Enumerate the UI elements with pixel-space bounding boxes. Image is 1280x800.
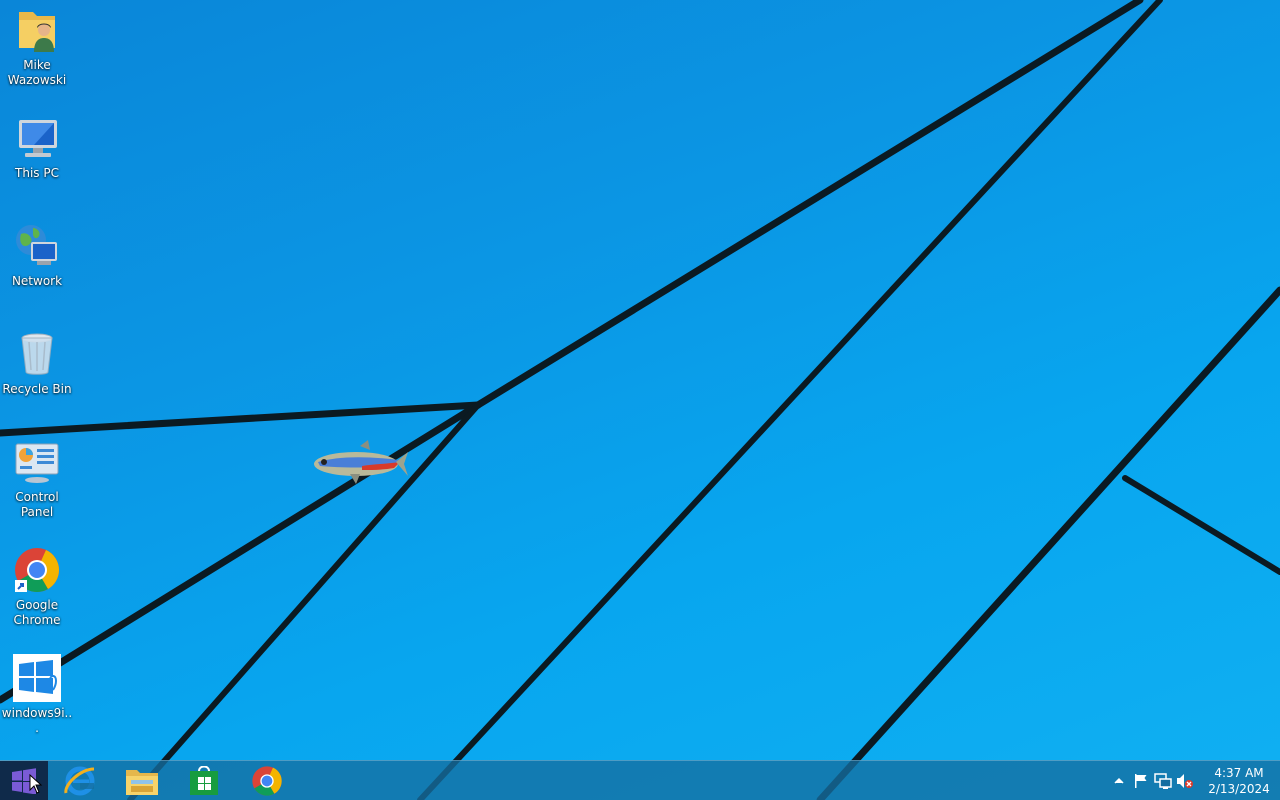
desktop-icon-network[interactable]: Network bbox=[0, 222, 74, 289]
store-icon bbox=[190, 766, 218, 795]
desktop-icon-label: Google Chrome bbox=[13, 598, 61, 627]
flag-icon bbox=[1135, 774, 1147, 788]
desktop-icon-windows9[interactable]: windows9i... bbox=[0, 654, 74, 736]
chrome-icon bbox=[15, 548, 59, 592]
taskbar-store[interactable] bbox=[174, 761, 234, 800]
volume-muted-icon bbox=[1177, 774, 1193, 788]
desktop-icon-this-pc[interactable]: This PC bbox=[0, 114, 74, 181]
desktop-icon-label: Network bbox=[11, 274, 63, 288]
clock-date: 2/13/2024 bbox=[1208, 782, 1270, 796]
wallpaper-lines bbox=[0, 0, 1280, 800]
network-icon bbox=[1154, 773, 1172, 789]
desktop-icon-recycle-bin[interactable]: Recycle Bin bbox=[0, 330, 74, 397]
taskbar-clock[interactable]: 4:37 AM 2/13/2024 bbox=[1204, 765, 1274, 797]
desktop-icon-user-folder[interactable]: Mike Wazowski bbox=[0, 6, 74, 88]
desktop-icon-label: Control Panel bbox=[15, 490, 59, 519]
computer-icon bbox=[19, 120, 57, 157]
show-hidden-icons-button[interactable] bbox=[1108, 761, 1130, 800]
desktop-icon-label: Mike Wazowski bbox=[7, 58, 67, 87]
network-status-button[interactable] bbox=[1152, 761, 1174, 800]
system-tray: 4:37 AM 2/13/2024 bbox=[1108, 761, 1280, 800]
chrome-icon bbox=[252, 766, 282, 796]
action-center-button[interactable] bbox=[1130, 761, 1152, 800]
desktop-icon-label: This PC bbox=[15, 166, 59, 180]
desktop[interactable]: Mike Wazowski This PC Network Recycle Bi… bbox=[0, 0, 1280, 800]
taskbar-file-explorer[interactable] bbox=[112, 761, 172, 800]
recycle-bin-icon bbox=[21, 333, 53, 375]
desktop-icon-label: Recycle Bin bbox=[2, 382, 72, 396]
volume-button[interactable] bbox=[1174, 761, 1196, 800]
taskbar-internet-explorer[interactable] bbox=[50, 761, 110, 800]
user-folder-icon bbox=[19, 12, 55, 52]
mouse-cursor-icon bbox=[29, 774, 43, 794]
control-panel-icon bbox=[15, 443, 59, 483]
taskbar-google-chrome[interactable] bbox=[237, 761, 297, 800]
taskbar: 4:37 AM 2/13/2024 bbox=[0, 760, 1280, 800]
file-explorer-icon bbox=[126, 770, 158, 795]
internet-explorer-icon bbox=[64, 766, 95, 796]
network-icon bbox=[16, 225, 57, 265]
windows-logo-icon bbox=[13, 654, 61, 702]
clock-time: 4:37 AM bbox=[1214, 766, 1264, 780]
desktop-icon-google-chrome[interactable]: Google Chrome bbox=[0, 546, 74, 628]
chevron-up-icon bbox=[1114, 777, 1124, 784]
desktop-icon-control-panel[interactable]: Control Panel bbox=[0, 438, 74, 520]
fish-pet[interactable] bbox=[310, 440, 410, 486]
desktop-icon-label: windows9i... bbox=[1, 706, 73, 735]
